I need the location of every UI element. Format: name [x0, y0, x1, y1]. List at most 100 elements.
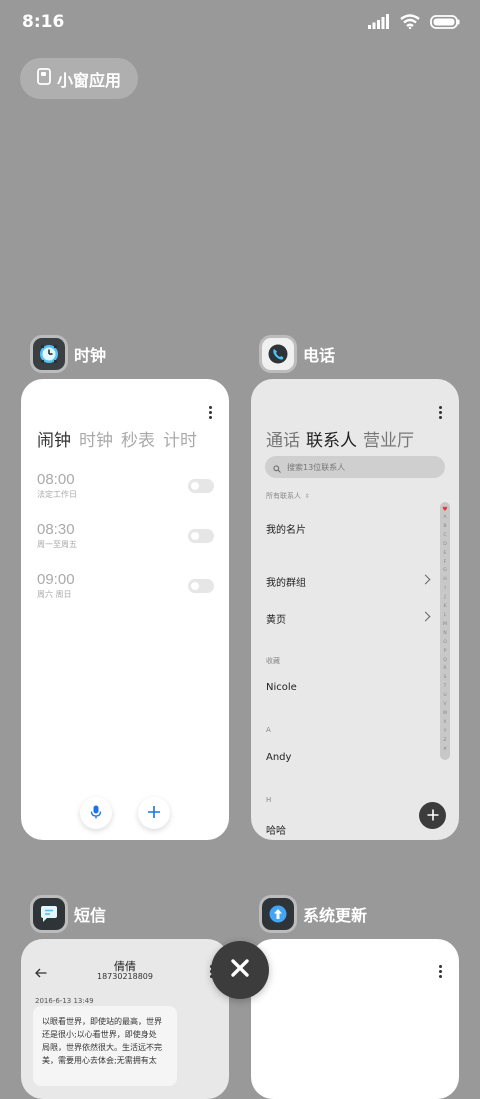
index-letter[interactable]: Y [444, 728, 447, 737]
tab-timer[interactable]: 计时 [163, 426, 197, 451]
clock-app-name: 时钟 [74, 346, 107, 365]
phone-tabs: 通话 联系人 营业厅 [266, 426, 414, 451]
alarm-toggle[interactable] [188, 579, 214, 593]
contact-item[interactable]: 哈哈 [266, 822, 286, 837]
index-letter[interactable]: L [444, 612, 447, 621]
index-letter[interactable]: T [444, 683, 447, 692]
chevron-right-icon [420, 611, 431, 622]
contact-my-card[interactable]: 我的名片 [266, 521, 306, 536]
tab-service[interactable]: 营业厅 [363, 426, 414, 451]
add-contact-button[interactable] [419, 802, 446, 829]
index-letter[interactable]: X [443, 719, 446, 728]
phone-app-card[interactable]: 通话 联系人 营业厅 搜索13位联系人 所有联系人 ⇳ 我的名片 我的群组 黄页… [251, 379, 459, 840]
section-h: H [266, 796, 272, 804]
contact-item[interactable]: Nicole [266, 682, 297, 693]
index-letter[interactable]: G [443, 567, 447, 576]
tab-alarm[interactable]: 闹钟 [37, 426, 71, 451]
messages-app-card[interactable]: 倩倩 18730218809 2016-6-13 13:49 以眼看世界，即使站… [21, 939, 229, 1099]
small-window-label: 小窗应用 [56, 70, 121, 90]
alarm-repeat: 周一至周五 [37, 540, 77, 549]
contact-item[interactable]: Andy [266, 752, 291, 763]
message-text-line: 局限，世界依然很大。生活远不完 [42, 1043, 162, 1052]
messages-app-header[interactable]: 短信 [33, 898, 106, 930]
alphabet-index-scrollbar[interactable]: ♥ A B C D E F G H I J K L M N O P Q R S T U V W X Y Z # [440, 502, 450, 760]
section-a: A [266, 726, 271, 734]
conversation-contact-number: 18730218809 [97, 972, 153, 981]
index-letter[interactable]: N [443, 630, 446, 639]
message-text-line: 以眼看世界，即使站的最高，世界 [42, 1017, 162, 1026]
alarm-toggle[interactable] [188, 529, 214, 543]
messages-app-icon [33, 898, 65, 930]
small-window-button[interactable]: 小窗应用 [20, 58, 138, 99]
phone-app-icon [262, 338, 294, 370]
index-letter[interactable]: # [443, 746, 447, 755]
sort-icon: ⇳ [305, 492, 311, 500]
wifi-icon [400, 14, 420, 33]
alarm-item[interactable]: 08:30 周一至周五 [37, 521, 77, 550]
search-icon [273, 458, 281, 477]
chevron-right-icon [420, 574, 431, 585]
tab-calls[interactable]: 通话 [266, 426, 300, 451]
battery-icon [430, 14, 460, 33]
voice-alarm-button[interactable] [80, 797, 112, 829]
alarm-item[interactable]: 08:00 法定工作日 [37, 471, 77, 500]
index-letter[interactable]: W [443, 710, 448, 719]
index-letter[interactable]: P [444, 648, 447, 657]
message-text-line: 还是很小;以心看世界，即使身处 [42, 1030, 157, 1039]
alarm-item[interactable]: 09:00 周六 周日 [37, 571, 75, 600]
index-letter[interactable]: I [444, 585, 445, 594]
alarm-time: 08:30 [37, 521, 75, 538]
contact-my-groups[interactable]: 我的群组 [266, 574, 306, 589]
message-timestamp: 2016-6-13 13:49 [35, 997, 94, 1005]
index-letter[interactable]: B [443, 523, 446, 532]
messages-app-name: 短信 [74, 906, 107, 925]
add-alarm-button[interactable] [138, 797, 170, 829]
index-letter[interactable]: U [443, 692, 446, 701]
status-time: 8:16 [22, 12, 65, 32]
section-favorites: 收藏 [266, 657, 280, 665]
index-letter[interactable]: C [443, 532, 446, 541]
contact-yellow-pages[interactable]: 黄页 [266, 611, 286, 626]
index-letter[interactable]: D [443, 541, 447, 550]
tab-clock[interactable]: 时钟 [79, 426, 113, 451]
clock-app-header[interactable]: 时钟 [33, 338, 106, 370]
alarm-repeat: 法定工作日 [37, 490, 77, 499]
index-letter[interactable]: E [444, 550, 447, 559]
alarm-repeat: 周六 周日 [37, 590, 72, 599]
message-text-line: 美，需要用心去体会;无需拥有太 [42, 1056, 157, 1065]
index-letter[interactable]: O [443, 639, 447, 648]
search-placeholder: 搜索13位联系人 [287, 462, 346, 472]
more-menu-icon[interactable] [439, 965, 442, 978]
index-letter[interactable]: J [444, 594, 445, 603]
index-letter[interactable]: R [443, 665, 446, 674]
contact-search-input[interactable]: 搜索13位联系人 [265, 456, 445, 478]
index-letter[interactable]: Q [443, 657, 447, 666]
all-contacts-filter[interactable]: 所有联系人 ⇳ [266, 491, 310, 501]
all-contacts-label: 所有联系人 [266, 492, 301, 500]
index-letter[interactable]: A [443, 514, 446, 523]
more-menu-icon[interactable] [439, 406, 442, 419]
index-letter[interactable]: F [444, 559, 447, 568]
index-letter[interactable]: M [443, 621, 447, 630]
heart-icon: ♥ [442, 506, 448, 513]
alarm-toggle[interactable] [188, 479, 214, 493]
phone-app-header[interactable]: 电话 [262, 338, 335, 370]
index-letter[interactable]: H [443, 576, 446, 585]
updater-app-name: 系统更新 [303, 906, 368, 925]
more-menu-icon[interactable] [209, 406, 212, 419]
index-letter[interactable]: Z [443, 737, 446, 746]
close-icon [230, 958, 250, 982]
clock-app-card[interactable]: 闹钟 时钟 秒表 计时 08:00 法定工作日 08:30 周一至周五 09:0… [21, 379, 229, 840]
clear-all-button[interactable] [211, 941, 269, 999]
index-letter[interactable]: V [443, 701, 446, 710]
plus-icon [427, 805, 439, 826]
message-bubble[interactable]: 以眼看世界，即使站的最高，世界 还是很小;以心看世界，即使身处 局限，世界依然很… [33, 1006, 177, 1086]
index-letter[interactable]: S [444, 674, 447, 683]
index-letter[interactable]: K [443, 603, 446, 612]
updater-app-card[interactable] [251, 939, 459, 1099]
tab-contacts[interactable]: 联系人 [306, 426, 357, 451]
alarm-time: 08:00 [37, 471, 75, 488]
small-window-icon [37, 68, 51, 89]
tab-stopwatch[interactable]: 秒表 [121, 426, 155, 451]
updater-app-header[interactable]: 系统更新 [262, 898, 367, 930]
